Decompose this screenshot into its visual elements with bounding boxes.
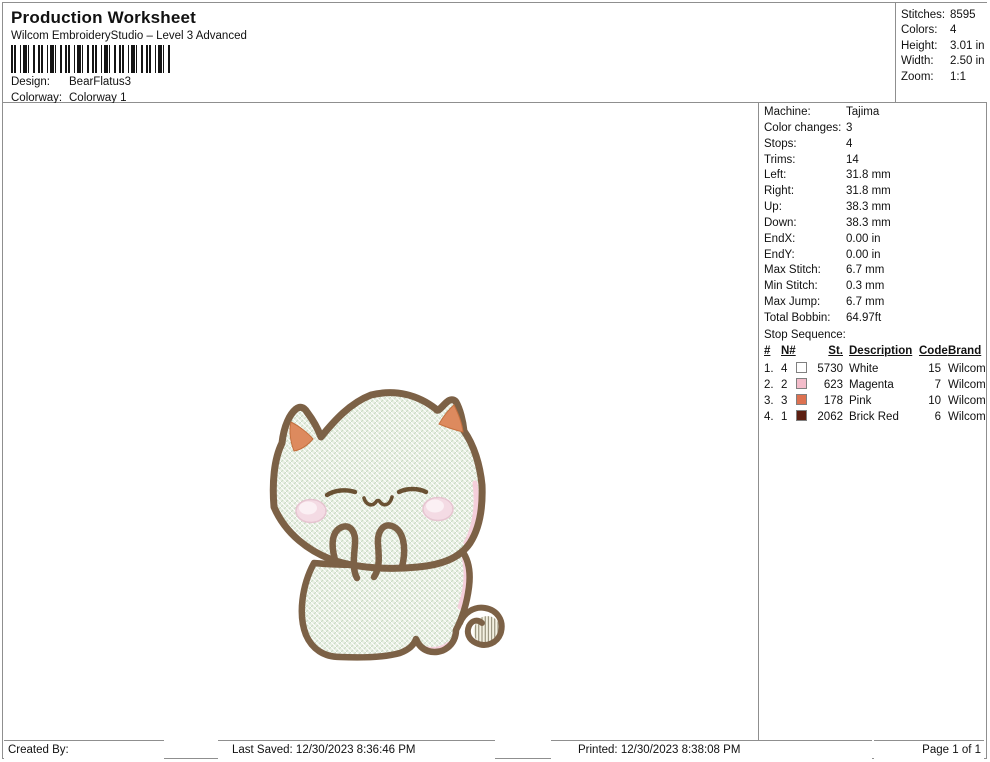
stop-sequence-row: 2. 2 623 Magenta 7 Wilcom: [764, 377, 986, 391]
stat-row: Stitches: 8595: [901, 9, 976, 21]
design-value: BearFlatus3: [69, 76, 132, 88]
design-barcode: [11, 45, 172, 73]
machine-row: Stops: 4: [764, 137, 853, 150]
machine-row: Color changes: 3: [764, 121, 853, 134]
design-canvas: [3, 103, 758, 740]
machine-row: Trims: 14: [764, 153, 859, 166]
production-worksheet-page: Production Worksheet Wilcom EmbroiderySt…: [0, 0, 990, 762]
machine-row: EndX: 0.00 in: [764, 232, 881, 245]
stop-sequence-header: # N# St. Description Code Brand: [764, 344, 982, 357]
design-label: Design:: [11, 76, 50, 88]
stats-panel: Stitches: 8595 Colors: 4 Height: 3.01 in Wi…: [895, 3, 987, 103]
page-title: Production Worksheet: [11, 8, 197, 27]
stop-sequence-row: 1. 4 5730 White 15 Wilcom: [764, 361, 986, 375]
embroidery-design-cat: [269, 389, 505, 661]
machine-row: Total Bobbin: 64.97ft: [764, 311, 882, 324]
design-row: Design: BearFlatus3: [11, 76, 131, 88]
footer-printed: Printed: 12/30/2023 8:38:08 PM: [551, 740, 872, 759]
footer-last-saved: Last Saved: 12/30/2023 8:36:46 PM: [218, 740, 495, 759]
machine-row: Right: 31.8 mm: [764, 185, 891, 198]
machine-row: Down: 38.3 mm: [764, 216, 891, 229]
stat-row: Height: 3.01 in: [901, 39, 985, 52]
thread-color-swatch: [796, 393, 807, 405]
stop-sequence-row: 4. 1 2062 Brick Red 6 Wilcom: [764, 409, 986, 423]
machine-row: Max Stitch: 6.7 mm: [764, 264, 885, 277]
header: Production Worksheet Wilcom EmbroiderySt…: [3, 3, 987, 104]
thread-color-swatch: [796, 377, 807, 389]
footer-created-by: Created By:: [4, 740, 164, 759]
machine-row: Left: 31.8 mm: [764, 169, 891, 182]
machine-row: Up: 38.3 mm: [764, 201, 891, 214]
stop-sequence-row: 3. 3 178 Pink 10 Wilcom: [764, 393, 986, 407]
footer-page-number: Page 1 of 1: [874, 740, 984, 759]
machine-row: Min Stitch: 0.3 mm: [764, 280, 885, 293]
thread-color-swatch: [796, 409, 807, 421]
thread-color-swatch: [796, 361, 807, 373]
stop-sequence-title: Stop Sequence:: [764, 328, 846, 341]
machine-info-panel: Machine: Tajima Color changes: 3 Stops: 4 T…: [758, 103, 987, 742]
machine-row: EndY: 0.00 in: [764, 248, 881, 261]
stat-row: Zoom: 1:1: [901, 70, 966, 83]
machine-row: Machine: Tajima: [764, 106, 880, 118]
stat-row: Width: 2.50 in: [901, 55, 985, 68]
machine-row: Max Jump: 6.7 mm: [764, 296, 885, 309]
stat-row: Colors: 4: [901, 24, 957, 37]
app-subtitle: Wilcom EmbroideryStudio – Level 3 Advanc…: [11, 30, 247, 42]
